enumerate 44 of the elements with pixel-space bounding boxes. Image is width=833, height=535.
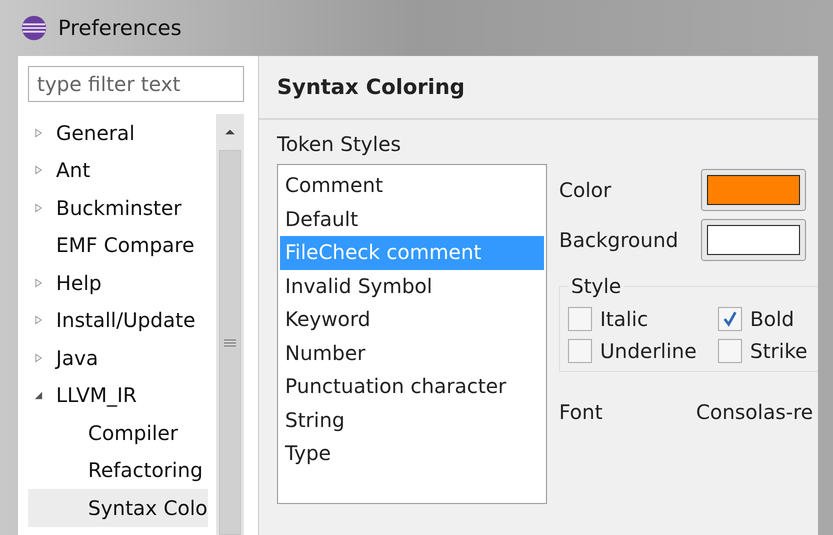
scroll-up-icon[interactable] [224, 128, 236, 136]
checkbox[interactable] [568, 339, 592, 363]
tree-item[interactable]: Compiler [28, 414, 178, 452]
checkbox[interactable] [718, 307, 742, 331]
background-swatch[interactable] [701, 219, 806, 261]
page-title: Syntax Coloring [277, 75, 465, 99]
tree-item[interactable]: Ant [28, 152, 216, 189]
checkbox-label: Italic [600, 307, 648, 331]
token-item[interactable]: Default [280, 202, 544, 236]
filter-field[interactable]: type filter text [28, 66, 244, 102]
token-item[interactable]: Type [280, 437, 544, 470]
token-item[interactable]: Punctuation character [280, 370, 544, 404]
scrollbar[interactable] [216, 114, 244, 535]
tree-item[interactable]: LLVM_IR [28, 376, 216, 414]
tree-item[interactable]: Refactoring [28, 452, 203, 489]
scrollbar-thumb[interactable] [219, 150, 241, 535]
app-logo-icon [20, 14, 48, 42]
tree-item[interactable]: EMF Compare [28, 226, 216, 264]
section-label: Token Styles [277, 132, 402, 156]
token-item[interactable]: String [280, 404, 544, 437]
color-label: Color [559, 178, 612, 202]
token-item[interactable]: Keyword [280, 303, 544, 336]
grip-icon [224, 338, 236, 346]
color-swatch[interactable] [701, 169, 806, 211]
checkbox-label: Underline [600, 339, 697, 363]
font-label: Font [559, 400, 604, 424]
tree-item[interactable]: General [28, 114, 216, 152]
check-icon [722, 311, 738, 327]
tree-item[interactable]: Java [28, 339, 216, 376]
tree-item[interactable]: Install/Update [28, 302, 216, 339]
checkbox-label: Strike [750, 339, 808, 363]
checkbox-label: Bold [750, 307, 794, 331]
window-title: Preferences [58, 16, 182, 40]
checkbox[interactable] [718, 339, 742, 363]
tree-item[interactable]: Buckminster [28, 189, 216, 226]
background-label: Background [559, 228, 678, 252]
token-item[interactable]: Number [280, 336, 544, 370]
checkbox[interactable] [568, 307, 592, 331]
token-item[interactable]: Invalid Symbol [280, 270, 544, 303]
token-item[interactable]: Comment [280, 169, 544, 202]
token-list[interactable]: Comment Default FileCheck comment Invalid Symbol Keyword Number Punctuation character String Type [277, 164, 547, 504]
tree-item[interactable]: Syntax Colo [28, 489, 208, 526]
font-value: Consolas-re [696, 400, 814, 424]
tree-item[interactable]: Help [28, 264, 216, 302]
